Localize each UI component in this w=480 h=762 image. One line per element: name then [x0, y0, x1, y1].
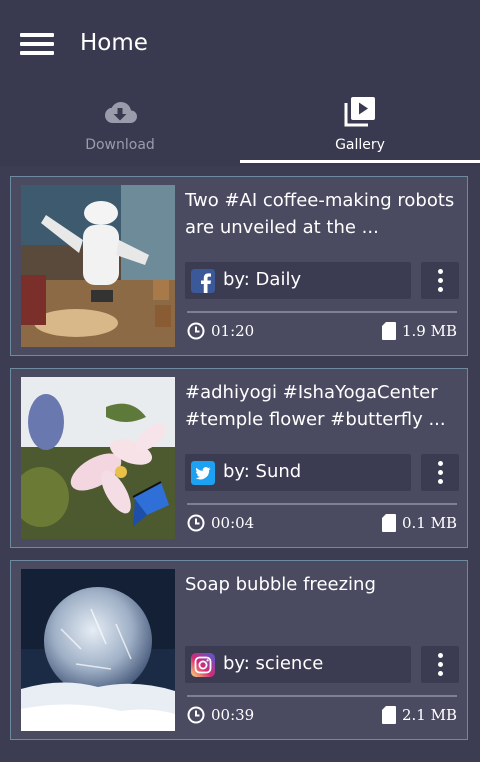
app-bar: Home — [0, 0, 480, 88]
active-tab-indicator — [240, 160, 480, 163]
flower-butterfly-thumbnail[interactable] — [21, 377, 175, 539]
robot-coffee-thumbnail[interactable] — [21, 185, 175, 347]
sd-card-icon — [381, 514, 396, 532]
file-size-label: 0.1 MB — [401, 514, 457, 532]
duration-label: 00:04 — [211, 514, 255, 532]
more-options-icon[interactable] — [421, 646, 459, 683]
item-title: Soap bubble freezing — [185, 574, 376, 595]
gallery-item[interactable]: Soap bubble freezing by: science 00:39 2… — [10, 560, 468, 740]
facebook-icon — [191, 269, 215, 293]
divider — [187, 503, 457, 505]
frozen-bubble-thumbnail[interactable] — [21, 569, 175, 731]
clock-icon — [187, 322, 205, 340]
duration: 01:20 — [187, 321, 254, 340]
duration: 00:04 — [187, 513, 254, 532]
author-button[interactable]: by: Daily — [185, 262, 411, 299]
tab-download[interactable]: Download — [0, 88, 240, 166]
clock-icon — [187, 514, 205, 532]
file-size: 1.9 MB — [381, 321, 457, 340]
duration-label: 01:20 — [211, 322, 255, 340]
cloud-download-icon — [105, 102, 137, 123]
author-label: by: Sund — [223, 461, 302, 482]
page-title: Home — [80, 30, 148, 56]
item-title: Two #AI coffee-making robots are unveile… — [185, 190, 455, 238]
clock-icon — [187, 706, 205, 724]
divider — [187, 695, 457, 697]
file-size: 2.1 MB — [381, 705, 457, 724]
sd-card-icon — [381, 322, 396, 340]
author-button[interactable]: by: Sund — [185, 454, 411, 491]
file-size-label: 2.1 MB — [401, 706, 457, 724]
instagram-icon — [191, 653, 215, 677]
item-title: #adhiyogi #IshaYogaCenter #temple flower… — [185, 382, 446, 430]
duration: 00:39 — [187, 705, 254, 724]
tab-download-label: Download — [85, 137, 155, 153]
divider — [187, 311, 457, 313]
more-options-icon[interactable] — [421, 454, 459, 491]
author-label: by: Daily — [223, 269, 302, 290]
tab-bar: Download Gallery — [0, 88, 480, 166]
file-size: 0.1 MB — [381, 513, 457, 532]
tab-gallery[interactable]: Gallery — [240, 88, 480, 166]
author-button[interactable]: by: science — [185, 646, 411, 683]
gallery-item[interactable]: #adhiyogi #IshaYogaCenter #temple flower… — [10, 368, 468, 548]
hamburger-menu-icon[interactable] — [20, 33, 54, 57]
author-label: by: science — [223, 653, 324, 674]
more-options-icon[interactable] — [421, 262, 459, 299]
file-size-label: 1.9 MB — [401, 322, 457, 340]
duration-label: 00:39 — [211, 706, 255, 724]
sd-card-icon — [381, 706, 396, 724]
play-library-icon — [344, 97, 375, 127]
gallery-item[interactable]: Two #AI coffee-making robots are unveile… — [10, 176, 468, 356]
tab-gallery-label: Gallery — [335, 137, 385, 153]
twitter-icon — [191, 461, 215, 485]
